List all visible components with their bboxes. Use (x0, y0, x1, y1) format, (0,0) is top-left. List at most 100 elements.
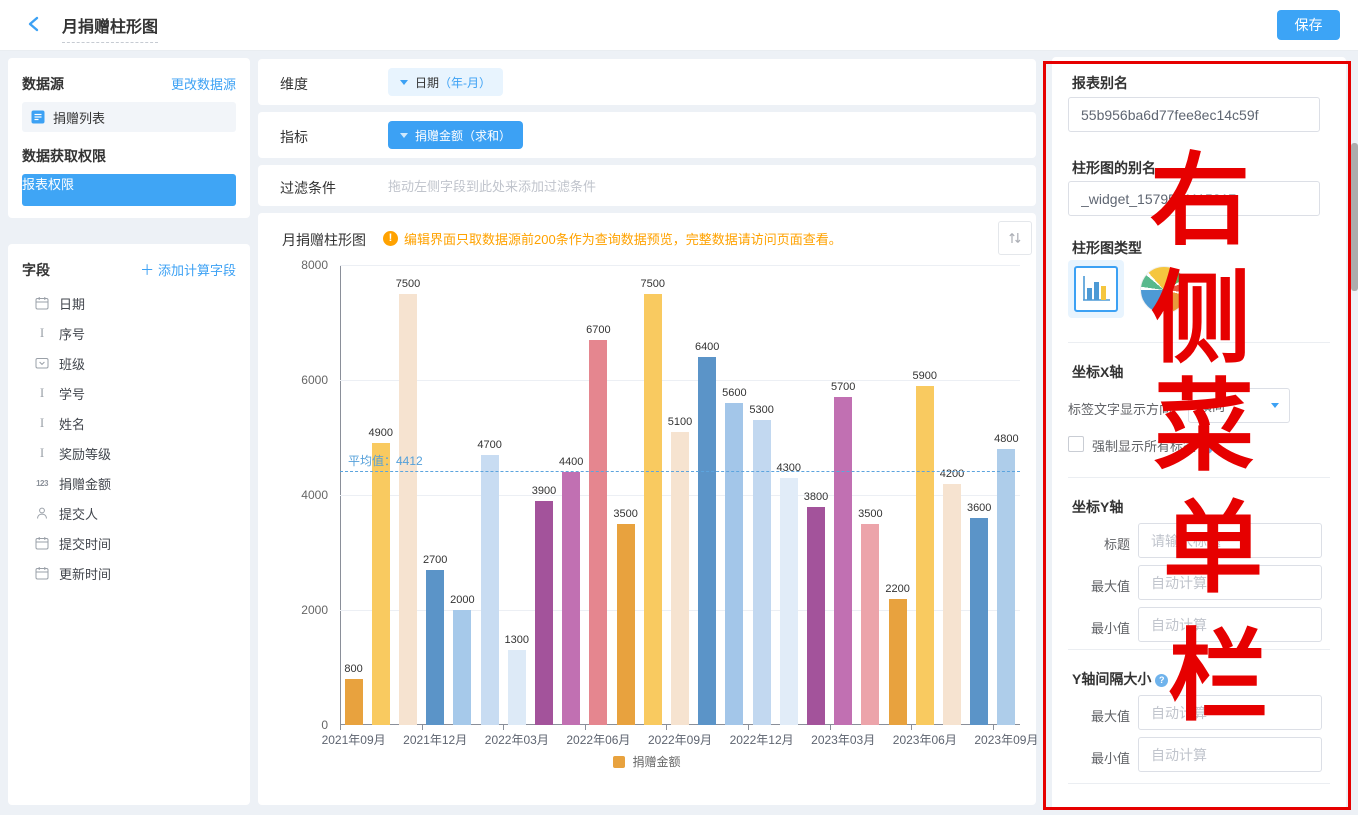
bar[interactable] (453, 610, 471, 725)
filter-row: 过滤条件 拖动左侧字段到此处来添加过滤条件 (258, 165, 1036, 206)
help-icon[interactable]: ? (1200, 441, 1213, 454)
y-tick-label: 4000 (258, 488, 328, 502)
bar-value-label: 4700 (477, 439, 501, 451)
save-button[interactable]: 保存 (1277, 10, 1340, 40)
chart-type-bar-option[interactable] (1068, 260, 1124, 318)
force-show-labels-checkbox[interactable] (1068, 436, 1084, 452)
report-permission-button[interactable]: 报表权限 (22, 174, 236, 206)
y-min-label: 最小值 (1072, 618, 1130, 637)
metric-pill[interactable]: 捐赠金额（求和） (388, 121, 523, 149)
change-datasource-link[interactable]: 更改数据源 (171, 74, 236, 94)
filter-dropzone[interactable]: 拖动左侧字段到此处来添加过滤条件 (388, 165, 596, 206)
bar-value-label: 4200 (940, 468, 964, 480)
field-item[interactable]: 提交时间 (22, 528, 236, 558)
divider (1068, 477, 1330, 478)
y-max-input[interactable] (1138, 565, 1322, 600)
x-tick-mark (993, 725, 994, 730)
bar[interactable] (780, 478, 798, 725)
divider (1068, 649, 1330, 650)
label-direction-label: 标签文字显示方向 (1068, 399, 1172, 418)
report-alias-input[interactable] (1068, 97, 1320, 132)
field-item[interactable]: I姓名 (22, 408, 236, 438)
legend-swatch-icon (613, 756, 625, 768)
bar[interactable] (997, 449, 1015, 725)
bar[interactable] (671, 432, 689, 725)
dimension-pill[interactable]: 日期 （年-月） (388, 68, 503, 96)
bar[interactable] (345, 679, 363, 725)
bar-value-label: 5900 (913, 370, 937, 382)
fields-card: 字段 ＋ 添加计算字段 日期I序号班级I学号I姓名I奖励等级123捐赠金额提交人… (8, 244, 250, 805)
interval-min-input[interactable] (1138, 737, 1322, 772)
field-item[interactable]: 123捐赠金额 (22, 468, 236, 498)
bar-value-label: 2700 (423, 554, 447, 566)
bar[interactable] (426, 570, 444, 725)
help-icon[interactable]: ? (1155, 674, 1168, 687)
bar[interactable] (916, 386, 934, 725)
bar-value-label: 6400 (695, 341, 719, 353)
bar-value-label: 800 (344, 663, 362, 675)
bar[interactable] (562, 472, 580, 725)
label-direction-select[interactable]: 横向 (1188, 388, 1290, 423)
field-item[interactable]: 提交人 (22, 498, 236, 528)
back-icon[interactable] (26, 15, 46, 35)
field-item[interactable]: 日期 (22, 288, 236, 318)
field-item[interactable]: I学号 (22, 378, 236, 408)
user-icon (34, 505, 50, 521)
bar[interactable] (617, 524, 635, 725)
bar[interactable] (807, 507, 825, 726)
bar-value-label: 3900 (532, 485, 556, 497)
field-item[interactable]: 更新时间 (22, 558, 236, 588)
x-tick-label: 2023年03月 (811, 731, 875, 748)
bar-value-label: 4900 (369, 427, 393, 439)
x-tick-label: 2021年12月 (403, 731, 467, 748)
widget-alias-input[interactable] (1068, 181, 1320, 216)
bar[interactable] (943, 484, 961, 726)
x-tick-mark (422, 725, 423, 730)
bar[interactable] (698, 357, 716, 725)
bar[interactable] (589, 340, 607, 725)
interval-max-input[interactable] (1138, 695, 1322, 730)
top-bar: 月捐赠柱形图 保存 (0, 0, 1358, 51)
scrollbar-thumb[interactable] (1351, 143, 1358, 291)
bar[interactable] (753, 420, 771, 725)
bar-value-label: 5600 (722, 387, 746, 399)
y-axis-section-title: 坐标Y轴 (1072, 497, 1123, 517)
field-label: 提交人 (59, 504, 98, 523)
select-icon (34, 355, 50, 371)
bar[interactable] (372, 443, 390, 725)
bar[interactable] (399, 294, 417, 725)
bar[interactable] (970, 518, 988, 725)
warning-message: ! 编辑界面只取数据源前200条作为查询数据预览，完整数据请访问页面查看。 (383, 229, 842, 248)
y-title-input[interactable] (1138, 523, 1322, 558)
divider (1068, 342, 1330, 343)
x-tick-mark (340, 725, 341, 730)
bar-value-label: 5300 (749, 404, 773, 416)
chart-title: 月捐赠柱形图 (282, 230, 366, 250)
sort-button[interactable] (998, 221, 1032, 255)
bar-chart-icon (1074, 266, 1118, 312)
datasource-item[interactable]: 捐赠列表 (22, 102, 236, 132)
app-root: 月捐赠柱形图 保存 数据源 更改数据源 捐赠列表 数据获取权限 报表权限 字段 … (0, 0, 1358, 815)
pie-chart-icon[interactable] (1140, 266, 1188, 314)
y-max-label: 最大值 (1072, 576, 1130, 595)
bar[interactable] (889, 599, 907, 726)
page-title[interactable]: 月捐赠柱形图 (62, 13, 158, 43)
field-item[interactable]: I序号 (22, 318, 236, 348)
bar-value-label: 2200 (885, 583, 909, 595)
field-item[interactable]: 班级 (22, 348, 236, 378)
bar[interactable] (725, 403, 743, 725)
field-item[interactable]: I奖励等级 (22, 438, 236, 468)
document-icon (31, 110, 45, 124)
bar[interactable] (861, 524, 879, 725)
fields-title: 字段 (22, 260, 50, 280)
add-calc-field-link[interactable]: ＋ 添加计算字段 (140, 260, 236, 280)
bar[interactable] (834, 397, 852, 725)
bar-value-label: 1300 (505, 634, 529, 646)
x-tick-mark (748, 725, 749, 730)
bar[interactable] (508, 650, 526, 725)
bar[interactable] (644, 294, 662, 725)
y-min-input[interactable] (1138, 607, 1322, 642)
chart-legend[interactable]: 捐赠金额 (258, 753, 1036, 770)
bar[interactable] (481, 455, 499, 725)
bar[interactable] (535, 501, 553, 725)
